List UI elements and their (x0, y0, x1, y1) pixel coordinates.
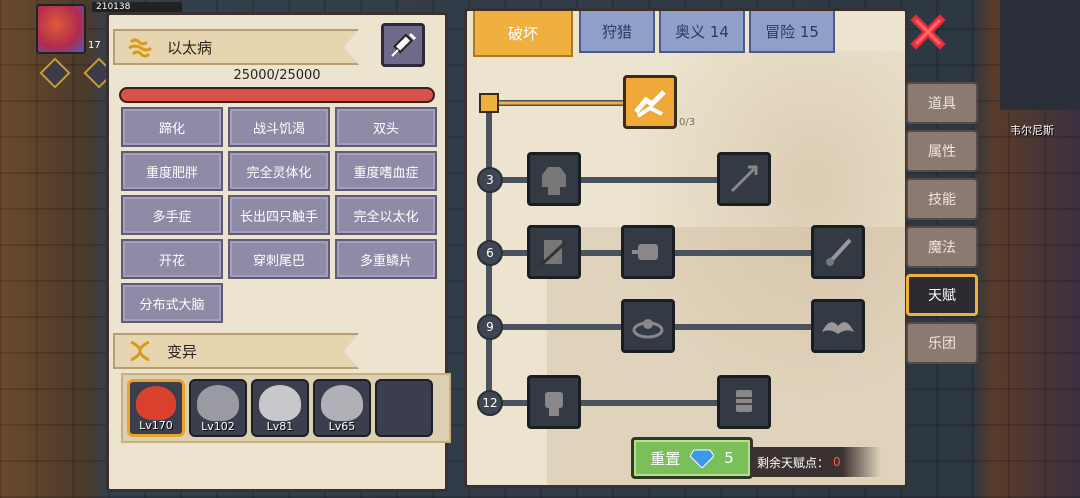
dna-icon (130, 340, 150, 362)
minimap[interactable] (1000, 0, 1080, 110)
mutation-slot[interactable]: Lv81 (251, 379, 309, 437)
disease-hp-text: 25000/25000 (233, 68, 321, 83)
mutation-level: Lv81 (266, 420, 294, 433)
mutation-level: Lv102 (201, 420, 235, 433)
mutation-portrait (136, 386, 176, 420)
talent-fist[interactable] (527, 375, 581, 429)
reset-cost: 5 (724, 449, 734, 467)
mutation-slot[interactable] (375, 379, 433, 437)
mutation-slot[interactable]: Lv102 (189, 379, 247, 437)
trait-item[interactable]: 开花 (121, 239, 223, 279)
trait-item[interactable]: 蹄化 (121, 107, 223, 147)
trait-item[interactable]: 双头 (335, 107, 437, 147)
side-tab[interactable]: 乐团 (906, 322, 978, 364)
trait-item[interactable]: 完全以太化 (335, 195, 437, 235)
remaining-value: 0 (833, 455, 841, 469)
trait-item[interactable]: 重度嗜血症 (335, 151, 437, 191)
biohazard-icon (128, 38, 153, 58)
syringe-icon (391, 32, 417, 57)
disease-title: 以太病 (167, 38, 213, 57)
tier-level-9: 9 (477, 314, 503, 340)
mutation-slot[interactable]: Lv65 (313, 379, 371, 437)
mutation-title: 变异 (167, 342, 198, 361)
talent-panel: 破坏 狩猎 奥义 14 冒险 15 0/3 3 6 9 12 重置 5 剩余天赋… (464, 8, 908, 488)
disease-panel: 以太病 25000/25000 蹄化 战斗饥渴 双头重度肥胖 完全灵体化 重度嗜血症多手… (106, 12, 451, 492)
disease-hp-bar (119, 87, 435, 103)
trait-item[interactable]: 多手症 (121, 195, 223, 235)
tier-level-6: 6 (477, 240, 503, 266)
reset-label: 重置 (650, 449, 681, 468)
arrow-hit-icon (730, 165, 758, 193)
talent-gauntlet[interactable] (717, 375, 771, 429)
syringe-button[interactable] (381, 23, 425, 67)
hud-hp-readout: 210138 (92, 2, 182, 12)
side-tab[interactable]: 属性 (906, 130, 978, 172)
mutation-slots: Lv170 Lv102 Lv81 Lv65 (121, 373, 451, 443)
mutation-portrait (321, 385, 363, 421)
disease-hp-fill (121, 89, 433, 101)
trait-item[interactable]: 长出四只触手 (228, 195, 330, 235)
trait-item[interactable]: 穿刺尾巴 (228, 239, 330, 279)
side-tab[interactable]: 魔法 (906, 226, 978, 268)
raised-fist-icon (545, 392, 563, 416)
card-slash-icon (538, 240, 568, 268)
punch-fist-icon (632, 244, 658, 260)
mutation-level: Lv170 (139, 419, 173, 432)
mutation-level: Lv65 (328, 420, 356, 433)
side-tab[interactable]: 道具 (906, 82, 978, 124)
hud-level: 17 (88, 40, 101, 51)
trait-item[interactable]: 重度肥胖 (121, 151, 223, 191)
tier-level-3: 3 (477, 167, 503, 193)
diamond-icon (690, 449, 715, 468)
reset-talents-button[interactable]: 重置 5 (631, 437, 753, 479)
tier-level-12: 12 (477, 390, 503, 416)
talent-sword-strike[interactable] (811, 225, 865, 279)
remaining-label: 剩余天赋点： (757, 455, 830, 470)
bat-wings-icon (822, 322, 854, 334)
talent-bat-wings[interactable] (811, 299, 865, 353)
npc-name-label: 韦尔尼斯 (1010, 124, 1054, 137)
arm-wrestle-icon (634, 90, 666, 118)
gauntlet-icon (736, 390, 752, 412)
trait-item[interactable]: 多重鳞片 (335, 239, 437, 279)
talent-shockwave[interactable] (621, 299, 675, 353)
remaining-points: 剩余天赋点： 0 (751, 447, 881, 477)
muscle-body-icon (542, 167, 566, 195)
talent-root-count: 0/3 (679, 117, 696, 128)
trait-grid: 蹄化 战斗饥渴 双头重度肥胖 完全灵体化 重度嗜血症多手症 长出四只触手 完全以太化开花 穿刺… (121, 107, 441, 323)
trait-item[interactable]: 分布式大脑 (121, 283, 223, 323)
mutation-slot[interactable]: Lv170 (127, 379, 185, 437)
trait-item[interactable]: 战斗饥渴 (228, 107, 330, 147)
talent-card-slash[interactable] (527, 225, 581, 279)
player-avatar[interactable] (36, 4, 86, 54)
talent-punch[interactable] (621, 225, 675, 279)
side-tab[interactable]: 技能 (906, 178, 978, 220)
shockwave-icon (632, 319, 664, 339)
talent-muscle[interactable] (527, 152, 581, 206)
close-icon[interactable] (908, 12, 948, 52)
trait-item[interactable]: 完全灵体化 (228, 151, 330, 191)
talent-arrow[interactable] (717, 152, 771, 206)
disease-header: 以太病 (113, 29, 359, 65)
mutation-header: 变异 (113, 333, 359, 369)
sword-strike-icon (826, 238, 852, 266)
side-tab[interactable]: 天赋 (906, 274, 978, 316)
mutation-portrait (259, 385, 301, 421)
mutation-portrait (197, 385, 239, 421)
talent-root-armwrestle[interactable] (623, 75, 677, 129)
